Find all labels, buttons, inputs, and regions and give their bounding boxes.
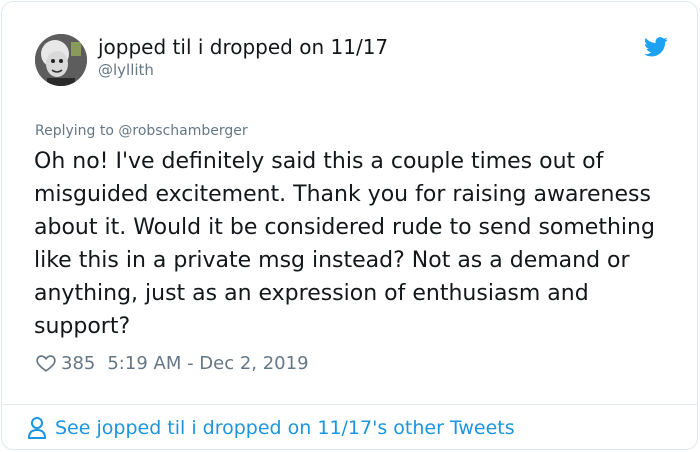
reply-context[interactable]: Replying to @robschamberger (35, 123, 248, 139)
see-other-tweets-link[interactable]: See jopped til i dropped on 11/17's othe… (27, 416, 515, 440)
like-count[interactable]: 385 (61, 353, 95, 374)
author-handle[interactable]: @lyllith (98, 61, 154, 79)
avatar-image (35, 34, 87, 86)
tweet-card: jopped til i dropped on 11/17 @lyllith R… (1, 1, 698, 450)
person-icon (28, 417, 46, 439)
tweet-text: Oh no! I've definitely said this a coupl… (34, 149, 655, 339)
author-display-name[interactable]: jopped til i dropped on 11/17 (98, 35, 388, 59)
tweet-timestamp[interactable]: 5:19 AM - Dec 2, 2019 (107, 353, 308, 374)
tweet-meta: 385 5:19 AM - Dec 2, 2019 (35, 352, 309, 374)
avatar[interactable] (35, 34, 87, 86)
see-other-tweets-label: See jopped til i dropped on 11/17's othe… (55, 417, 515, 439)
twitter-bird-icon[interactable] (644, 36, 668, 58)
heart-icon[interactable] (35, 352, 57, 374)
footer-divider (2, 404, 697, 405)
